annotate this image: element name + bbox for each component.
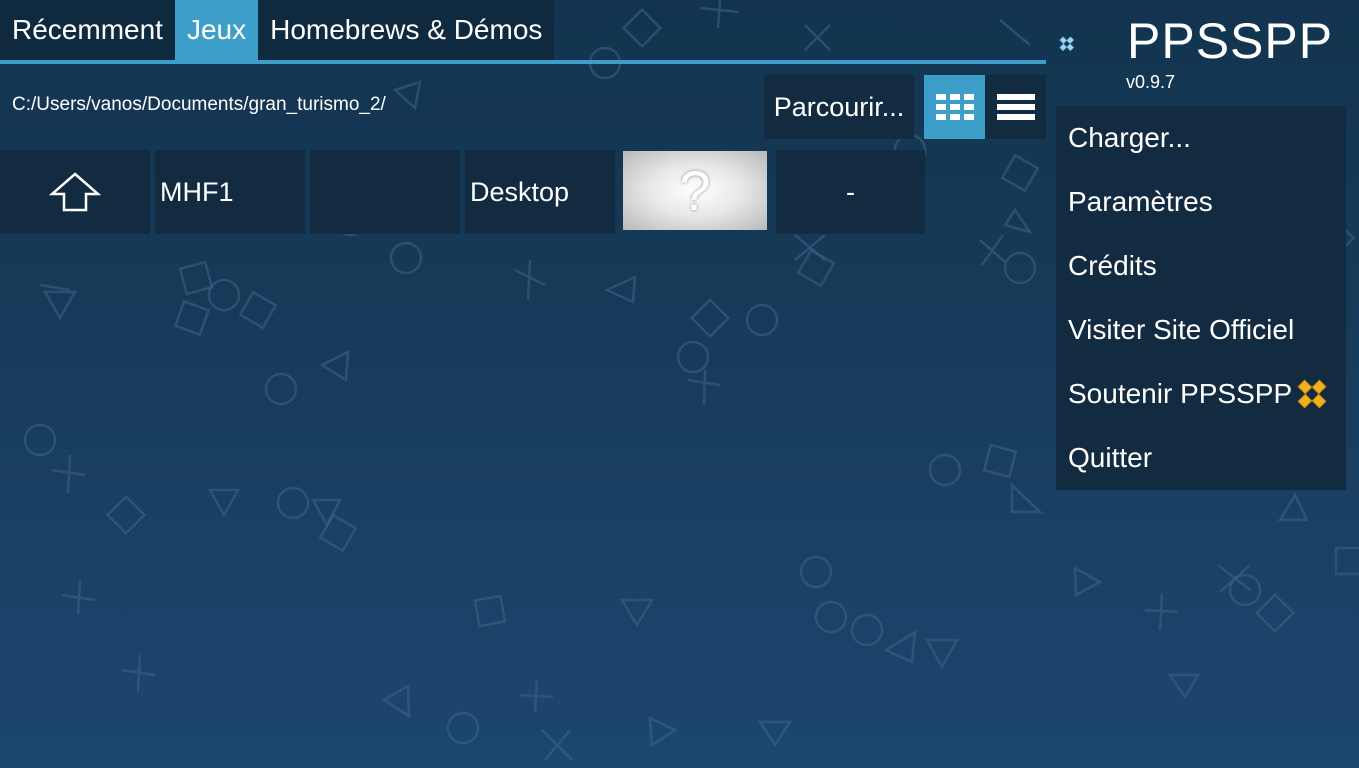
list-icon (996, 94, 1035, 120)
menu-load[interactable]: Charger... (1068, 106, 1191, 170)
tab-games[interactable]: Jeux (174, 0, 259, 60)
list-view-button[interactable] (985, 75, 1046, 139)
folder-tile[interactable] (310, 150, 460, 234)
ppsspp-logo-icon (1059, 36, 1075, 52)
folder-tile[interactable]: Desktop (465, 150, 615, 234)
tab-underline (0, 60, 1046, 64)
menu-support[interactable]: Soutenir PPSSPP (1068, 362, 1292, 426)
app-title: PPSSPP (1127, 13, 1334, 69)
tab-recent[interactable]: Récemment (0, 0, 175, 60)
browse-button[interactable]: Parcourir... (764, 75, 914, 139)
game-tile[interactable]: ? (623, 151, 767, 230)
menu-visit-website[interactable]: Visiter Site Officiel (1068, 298, 1294, 362)
tab-homebrew[interactable]: Homebrews & Démos (258, 0, 555, 60)
menu-settings[interactable]: Paramètres (1068, 170, 1213, 234)
current-path: C:/Users/vanos/Documents/gran_turismo_2/ (12, 94, 386, 115)
parent-folder-button[interactable] (0, 150, 150, 234)
folder-tile[interactable]: MHF1 (155, 150, 305, 234)
grid-view-button[interactable] (924, 75, 985, 139)
menu-credits[interactable]: Crédits (1068, 234, 1157, 298)
app-version: v0.9.7 (1126, 72, 1176, 92)
menu-quit[interactable]: Quitter (1068, 426, 1152, 490)
folder-tile[interactable]: - (776, 150, 925, 234)
main-menu: Charger... Paramètres Crédits Visiter Si… (1056, 106, 1346, 490)
gold-ppsspp-icon (1297, 379, 1327, 409)
arrow-up-icon (49, 172, 101, 212)
grid-icon (935, 94, 974, 120)
tab-bar: Récemment Jeux Homebrews & Démos (0, 0, 555, 60)
